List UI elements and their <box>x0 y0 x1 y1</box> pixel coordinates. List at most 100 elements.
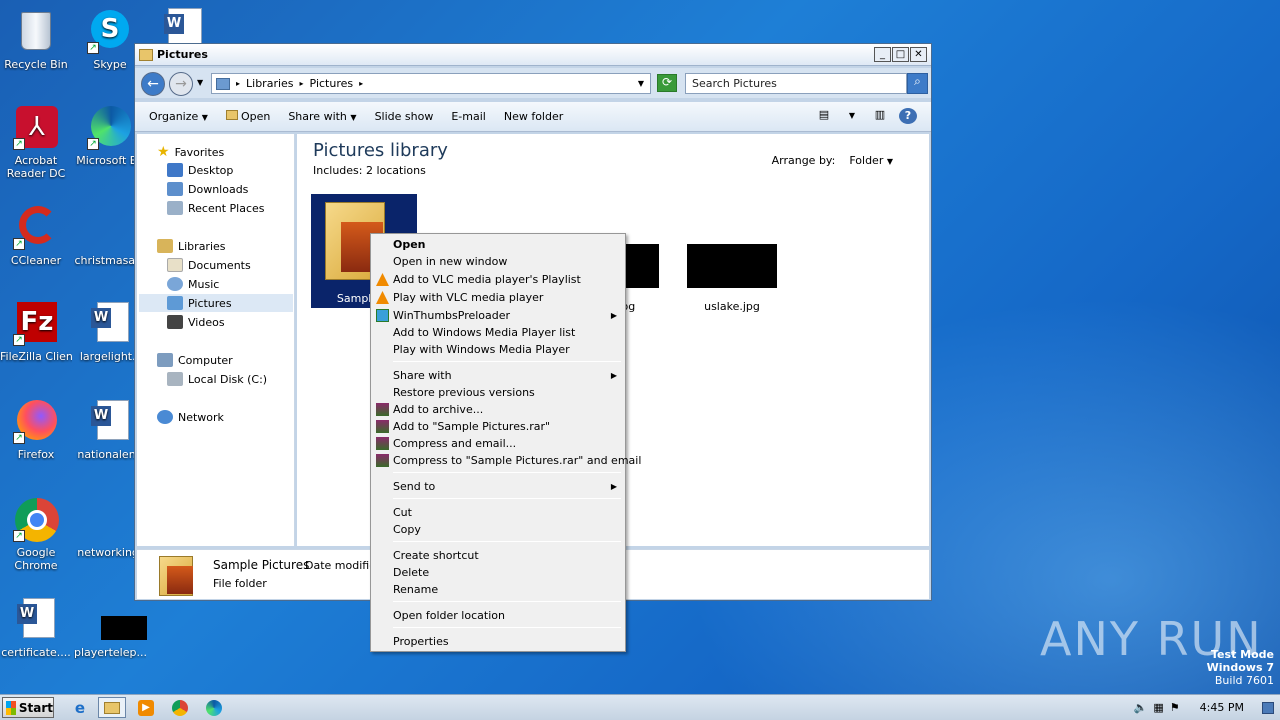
nav-recent-places[interactable]: Recent Places <box>167 201 265 215</box>
menu-separator <box>393 541 621 542</box>
taskbar-edge[interactable] <box>200 697 228 718</box>
nav-local-disk[interactable]: Local Disk (C:) <box>167 372 267 386</box>
menu-add-archive[interactable]: Add to archive... <box>373 401 623 418</box>
nav-downloads[interactable]: Downloads <box>167 182 248 196</box>
organize-button[interactable]: Organize ▼ <box>149 110 208 123</box>
minimize-button[interactable]: _ <box>874 47 891 62</box>
help-icon[interactable]: ? <box>899 108 917 124</box>
breadcrumb-pictures[interactable]: Pictures <box>310 77 354 90</box>
menu-properties[interactable]: Properties <box>373 633 623 650</box>
back-button[interactable]: ← <box>141 72 165 96</box>
menu-send-to[interactable]: Send to ▶ <box>373 478 623 495</box>
media-player-icon: ▶ <box>138 699 154 716</box>
menu-cut[interactable]: Cut <box>373 504 623 521</box>
desktop-icon-ccleaner[interactable]: ↗ CCleaner <box>0 204 72 267</box>
submenu-arrow-icon: ▶ <box>610 482 617 491</box>
desktop-icon-certificate[interactable]: W certificate.... <box>0 596 72 659</box>
network-tray-icon[interactable]: ▦ <box>1153 701 1163 714</box>
desktop-icon-filezilla[interactable]: Fz ↗ FileZilla Client <box>0 300 72 363</box>
menu-restore-previous[interactable]: Restore previous versions <box>373 384 623 401</box>
winrar-icon <box>376 437 389 450</box>
word-doc-icon: W <box>87 398 133 444</box>
start-button[interactable]: Start <box>2 697 54 718</box>
nav-desktop[interactable]: Desktop <box>167 163 233 177</box>
maximize-button[interactable]: □ <box>892 47 909 62</box>
menu-vlc-playlist[interactable]: Add to VLC media player's Playlist <box>373 271 623 288</box>
vlc-icon <box>376 291 389 304</box>
menu-share-with[interactable]: Share with ▶ <box>373 367 623 384</box>
folder-icon <box>139 48 153 61</box>
menu-winthumbs[interactable]: WinThumbsPreloader ▶ <box>373 307 623 324</box>
search-input[interactable]: Search Pictures <box>685 73 907 94</box>
nav-videos[interactable]: Videos <box>167 315 225 329</box>
file-tile-uslake[interactable]: uslake.jpg <box>687 244 777 314</box>
recent-places-icon <box>167 201 183 215</box>
nav-documents[interactable]: Documents <box>167 258 251 272</box>
menu-open-new-window[interactable]: Open in new window <box>373 253 623 270</box>
refresh-button[interactable]: ⟳ <box>657 74 677 92</box>
menu-add-rar[interactable]: Add to "Sample Pictures.rar" <box>373 418 623 435</box>
menu-copy[interactable]: Copy <box>373 521 623 538</box>
menu-open-folder-location[interactable]: Open folder location <box>373 607 623 624</box>
volume-icon[interactable]: 🔈 <box>1134 701 1148 714</box>
breadcrumb-libraries[interactable]: Libraries <box>246 77 294 90</box>
menu-create-shortcut[interactable]: Create shortcut <box>373 547 623 564</box>
show-desktop-button[interactable] <box>1262 701 1274 714</box>
share-with-button[interactable]: Share with ▼ <box>288 110 356 123</box>
slide-show-button[interactable]: Slide show <box>375 110 434 123</box>
view-dropdown-icon[interactable]: ▼ <box>843 108 861 124</box>
chrome-icon <box>172 699 188 716</box>
recent-pages-chevron-icon[interactable]: ▼ <box>197 78 203 87</box>
network-icon <box>157 410 173 424</box>
nav-favorites[interactable]: ★ Favorites <box>157 144 224 160</box>
menu-wmp-play[interactable]: Play with Windows Media Player <box>373 341 623 358</box>
taskbar-ie[interactable]: e <box>66 697 94 718</box>
skype-icon: S ↗ <box>87 8 133 54</box>
desktop-icon-firefox[interactable]: ↗ Firefox <box>0 398 72 461</box>
desktop-icon-recycle-bin[interactable]: Recycle Bin <box>0 8 72 71</box>
new-folder-button[interactable]: New folder <box>504 110 563 123</box>
taskbar-explorer[interactable] <box>98 697 126 718</box>
action-center-icon[interactable]: ⚑ <box>1170 701 1180 714</box>
menu-rename[interactable]: Rename <box>373 581 623 598</box>
nav-libraries[interactable]: Libraries <box>157 239 226 253</box>
computer-icon <box>157 353 173 367</box>
firefox-icon: ↗ <box>13 398 59 444</box>
winrar-icon <box>376 420 389 433</box>
desktop-icon-playertelep[interactable]: playertelep... <box>74 596 147 659</box>
libraries-icon <box>157 239 173 253</box>
nav-music[interactable]: Music <box>167 277 219 291</box>
taskbar: Start e ▶ 🔈 ▦ ⚑ 4:45 PM <box>0 694 1280 720</box>
change-view-icon[interactable]: ▤ <box>815 108 833 124</box>
menu-compress-email[interactable]: Compress and email... <box>373 435 623 452</box>
open-button[interactable]: Open <box>225 110 270 123</box>
forward-button[interactable]: → <box>169 72 193 96</box>
address-bar[interactable]: ▸ Libraries ▸ Pictures ▸ ▼ <box>211 73 651 94</box>
blank-file-icon <box>87 204 133 250</box>
documents-icon <box>167 258 183 272</box>
nav-computer[interactable]: Computer <box>157 353 233 367</box>
menu-open[interactable]: Open <box>373 236 623 253</box>
nav-network[interactable]: Network <box>157 410 224 424</box>
clock[interactable]: 4:45 PM <box>1200 701 1244 714</box>
preview-pane-icon[interactable]: ▥ <box>871 108 889 124</box>
taskbar-media-player[interactable]: ▶ <box>132 697 160 718</box>
taskbar-chrome[interactable] <box>166 697 194 718</box>
desktop-icon-acrobat[interactable]: ⅄ ↗ Acrobat Reader DC <box>0 104 72 180</box>
close-button[interactable]: ✕ <box>910 47 927 62</box>
menu-compress-rar-email[interactable]: Compress to "Sample Pictures.rar" and em… <box>373 452 641 469</box>
word-doc-icon[interactable]: W <box>164 6 210 46</box>
email-button[interactable]: E-mail <box>451 110 486 123</box>
library-includes[interactable]: Includes: 2 locations <box>313 164 426 177</box>
arrange-by[interactable]: Arrange by: Folder ▼ <box>772 154 893 167</box>
title-bar[interactable]: Pictures _ □ ✕ <box>135 44 931 66</box>
menu-delete[interactable]: Delete <box>373 564 623 581</box>
details-type: File folder <box>213 577 267 590</box>
menu-wmp-list[interactable]: Add to Windows Media Player list <box>373 324 623 341</box>
desktop-icon-chrome[interactable]: ↗ Google Chrome <box>0 496 72 572</box>
address-dropdown-icon[interactable]: ▼ <box>638 79 644 88</box>
search-icon[interactable]: ⌕ <box>907 73 928 94</box>
nav-pictures[interactable]: Pictures <box>167 296 232 310</box>
menu-separator <box>393 361 621 362</box>
menu-vlc-play[interactable]: Play with VLC media player <box>373 289 623 306</box>
